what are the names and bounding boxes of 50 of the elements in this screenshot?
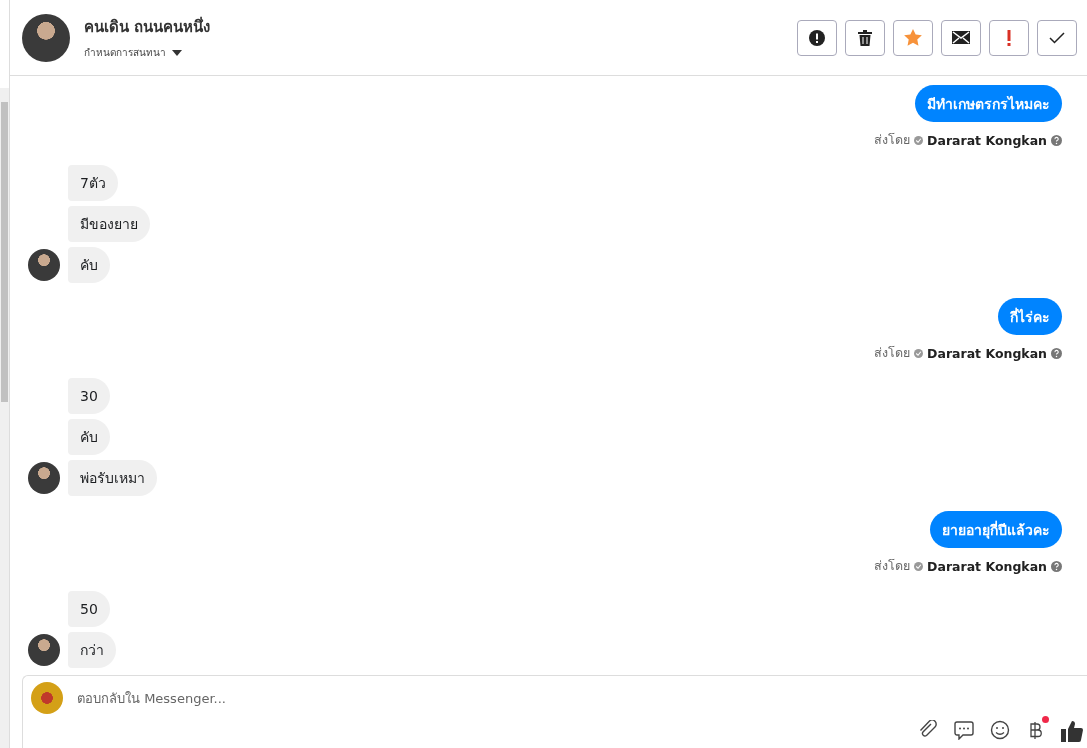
- baht-icon: [1029, 720, 1043, 740]
- conversation-settings-label[interactable]: กำหนดการสนทนา: [84, 45, 166, 60]
- star-icon: [904, 29, 922, 46]
- check-icon: [1049, 31, 1065, 44]
- message-bubble: 7ตัว: [68, 165, 118, 201]
- sender-name: Dararat Kongkan: [927, 558, 1047, 574]
- paperclip-icon: [918, 720, 938, 740]
- smiley-icon: [990, 720, 1010, 740]
- help-icon[interactable]: [1051, 347, 1062, 359]
- mail-icon: [952, 31, 970, 44]
- mail-button[interactable]: [941, 19, 981, 56]
- alert-icon: [809, 29, 825, 46]
- contact-name: คนเดิน ถนนคนหนึ่ง: [84, 15, 212, 38]
- message-bubble: คับ: [68, 419, 110, 455]
- sender-name: Dararat Kongkan: [927, 132, 1047, 148]
- caret-icon[interactable]: [172, 49, 182, 56]
- verified-icon: [914, 561, 924, 571]
- message-bubble: คับ: [68, 247, 110, 283]
- message-bubble: กว่า: [68, 632, 116, 668]
- sender-name: Dararat Kongkan: [927, 345, 1047, 361]
- verified-icon: [914, 135, 924, 145]
- trash-icon: [858, 29, 872, 46]
- sent-by-label: ส่งโดย: [874, 344, 911, 362]
- speech-bubble-icon: [954, 720, 974, 740]
- message-bubble: กี่ไร่คะ: [998, 298, 1062, 335]
- message-bubble: 30: [68, 378, 110, 414]
- message-bubble: 50: [68, 591, 110, 627]
- avatar: [28, 462, 60, 494]
- avatar: [22, 13, 70, 62]
- help-icon[interactable]: [1051, 134, 1062, 146]
- like-button[interactable]: [1061, 720, 1083, 742]
- alert-button[interactable]: [797, 19, 837, 56]
- message-bubble: พ่อรับเหมา: [68, 460, 157, 496]
- avatar: [28, 634, 60, 666]
- verified-icon: [914, 348, 924, 358]
- star-button[interactable]: [893, 19, 933, 56]
- reply-button[interactable]: [953, 720, 975, 742]
- emoji-button[interactable]: [989, 720, 1011, 742]
- trash-button[interactable]: [845, 19, 885, 56]
- sent-by-label: ส่งโดย: [874, 131, 911, 149]
- message-bubble: ยายอายุกี่ปีแล้วคะ: [930, 511, 1062, 548]
- avatar: [28, 249, 60, 281]
- message-bubble: มีของยาย: [68, 206, 150, 242]
- help-icon[interactable]: [1051, 560, 1062, 572]
- message-bubble: มีทำเกษตรกรไหมคะ: [915, 85, 1062, 122]
- thumbs-up-icon: [1061, 720, 1083, 742]
- done-button[interactable]: [1037, 19, 1077, 56]
- exclamation-icon: [1007, 29, 1011, 46]
- sent-by-label: ส่งโดย: [874, 557, 911, 575]
- page-avatar: [31, 682, 63, 714]
